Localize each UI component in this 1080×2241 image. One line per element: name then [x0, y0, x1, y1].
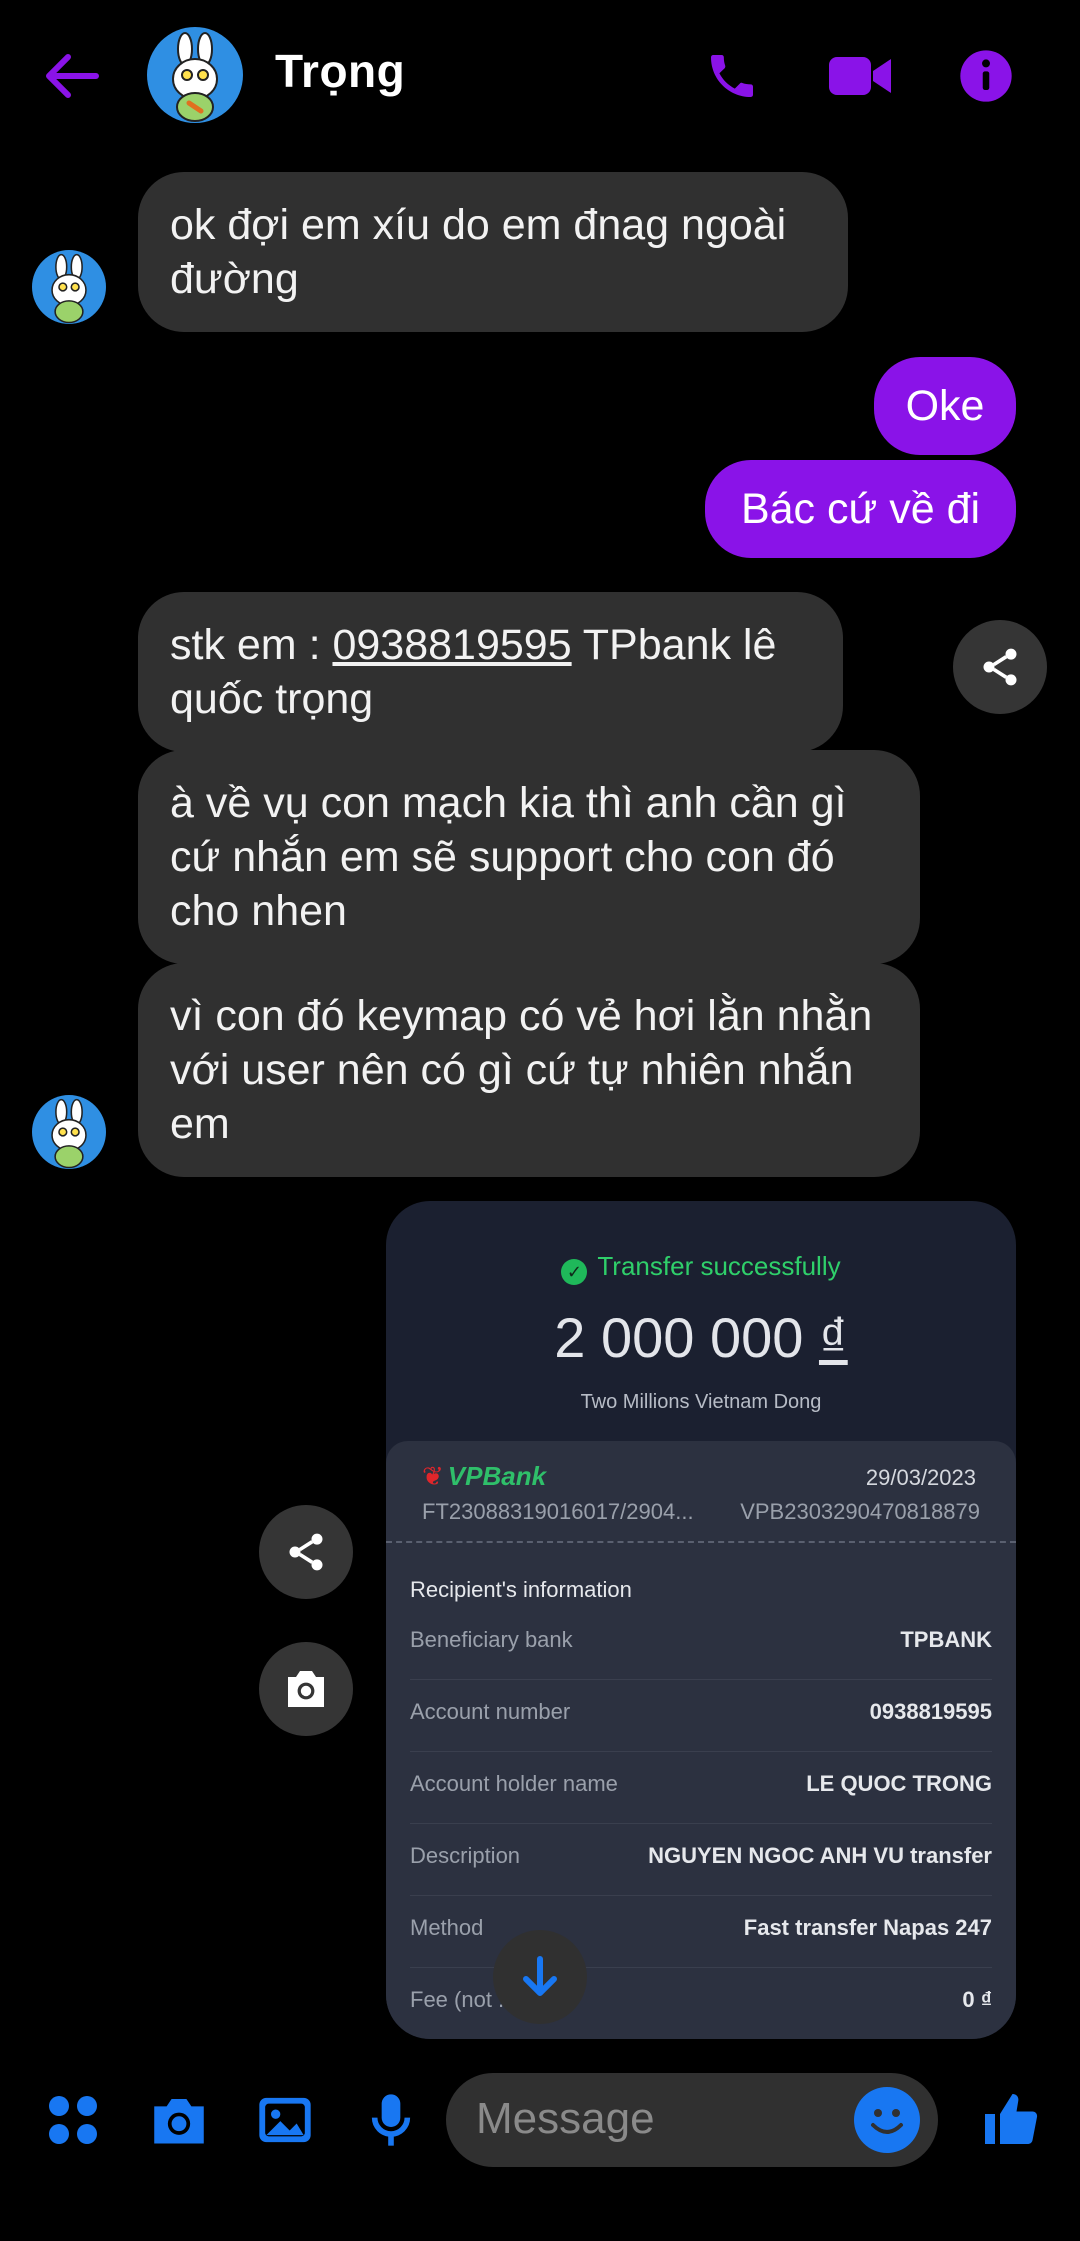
thumbs-up-icon[interactable] [975, 2084, 1045, 2154]
save-photo-button[interactable] [259, 1642, 353, 1736]
check-icon: ✓ [561, 1259, 588, 1285]
share-icon [289, 1533, 323, 1571]
message-received[interactable]: à về vụ con mạch kia thì anh cần gì cứ n… [138, 750, 920, 964]
message-sent[interactable]: Bác cứ về đi [705, 460, 1016, 558]
amount-in-words: Two Millions Vietnam Dong [580, 1391, 822, 1413]
contact-avatar[interactable] [147, 27, 243, 123]
share-button[interactable] [953, 620, 1047, 714]
vpbank-logo: ❦ VPBank [422, 1461, 547, 1491]
message-text: Oke [905, 382, 985, 430]
message-received[interactable]: vì con đó keymap có vẻ hơi lằn nhằn với … [138, 963, 920, 1177]
contact-avatar-small[interactable] [32, 1095, 106, 1169]
mic-icon[interactable] [356, 2085, 426, 2155]
apps-icon[interactable] [38, 2085, 108, 2155]
account-number-link[interactable]: 0938819595 [332, 621, 571, 669]
info-icon[interactable] [948, 38, 1024, 114]
message-received[interactable]: ok đợi em xíu do em đnag ngoài đường [138, 172, 848, 332]
message-placeholder: Message [476, 2094, 655, 2143]
emoji-icon[interactable] [854, 2087, 920, 2153]
detail-row: Description NGUYEN NGOC ANH VU transfer [410, 1823, 992, 1896]
camera-icon [288, 1671, 324, 1707]
transfer-amount: 2 000 000 ₫ [554, 1306, 848, 1369]
scroll-to-bottom-button[interactable] [493, 1930, 587, 2024]
message-sent[interactable]: Oke [874, 357, 1016, 455]
receipt-details-card: ❦ VPBank 29/03/2023 FT23088319016017/2904… [386, 1441, 1016, 2039]
message-text: vì con đó keymap có vẻ hơi lằn nhằn với … [170, 992, 873, 1148]
transaction-ref-2: VPB2303290470818879 [740, 1499, 980, 1524]
detail-row: Account number 0938819595 [410, 1679, 992, 1752]
contact-avatar-small[interactable] [32, 250, 106, 324]
camera-icon[interactable] [144, 2085, 214, 2155]
video-icon[interactable] [822, 38, 898, 114]
transfer-date: 29/03/2023 [865, 1465, 976, 1490]
transaction-ref: FT23088319016017/2904... [422, 1499, 694, 1524]
gallery-icon[interactable] [250, 2085, 320, 2155]
detail-row: Beneficiary bank TPBANK [410, 1607, 992, 1680]
contact-name[interactable]: Trọng [275, 44, 405, 98]
back-arrow-icon[interactable] [36, 40, 108, 112]
chat-header: Trọng [0, 0, 1080, 150]
message-received[interactable]: stk em : 0938819595 TPbank lê quốc trọng [138, 592, 843, 752]
share-icon [983, 648, 1017, 686]
transfer-status: ✓ Transfer successfully [386, 1251, 1016, 1285]
detail-row: Account holder name LE QUOC TRONG [410, 1751, 992, 1824]
message-text: à về vụ con mạch kia thì anh cần gì cứ n… [170, 779, 847, 935]
phone-icon[interactable] [694, 38, 770, 114]
share-button[interactable] [259, 1505, 353, 1599]
message-input[interactable]: Message [446, 2073, 938, 2167]
message-text: stk em : [170, 621, 333, 669]
receipt-image[interactable]: ✓ Transfer successfully 2 000 000 ₫ Two M… [386, 1201, 1016, 2039]
message-text: ok đợi em xíu do em đnag ngoài đường [170, 201, 787, 303]
divider [386, 1541, 1016, 1543]
message-text: Bác cứ về đi [740, 485, 981, 533]
arrow-down-icon [523, 1956, 557, 1996]
section-title: Recipient's information [410, 1577, 632, 1602]
